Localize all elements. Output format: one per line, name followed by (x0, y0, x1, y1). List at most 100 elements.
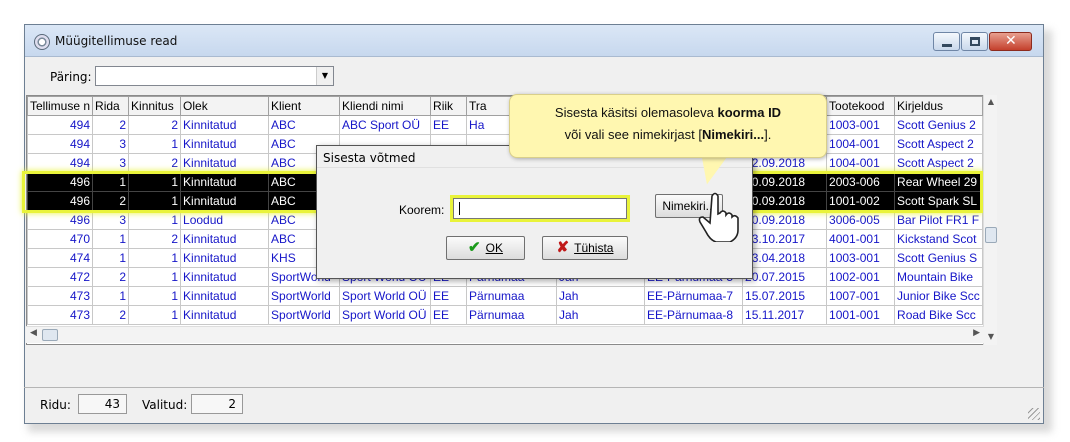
table-cell[interactable]: 23.04.2018 (742, 248, 828, 268)
table-cell[interactable]: 1004-001 (826, 134, 896, 154)
table-cell[interactable]: Junior Bike Scc (894, 286, 984, 306)
table-cell[interactable]: 1 (128, 210, 182, 230)
maximize-button[interactable] (961, 32, 988, 51)
table-cell[interactable]: 15.11.2017 (742, 305, 828, 325)
table-cell[interactable]: EE (430, 305, 468, 325)
table-cell[interactable]: 2 (128, 153, 182, 173)
vertical-scrollbar[interactable]: ▲ ▼ (983, 95, 997, 345)
table-cell[interactable]: 1007-001 (826, 286, 896, 306)
table-cell[interactable]: 1 (92, 248, 130, 268)
scroll-right-icon[interactable]: ▶ (973, 328, 980, 338)
table-cell[interactable]: 2 (128, 115, 182, 135)
table-row[interactable]: 473 2 1 Kinnitatud SportWorld Sport World OÜ E… (27, 305, 984, 325)
table-cell[interactable]: 23.10.2017 (742, 229, 828, 249)
table-cell[interactable]: Kinnitatud (180, 229, 270, 249)
table-cell[interactable]: 1002-001 (826, 267, 896, 287)
table-cell[interactable]: 494 (27, 134, 94, 154)
table-cell[interactable]: Kinnitatud (180, 115, 270, 135)
chevron-down-icon[interactable]: ▼ (316, 67, 333, 85)
table-cell[interactable]: Scott Aspect 2 (894, 153, 984, 173)
ok-button[interactable]: ✔ OK (446, 236, 525, 260)
table-cell[interactable]: SportWorld (268, 305, 341, 325)
table-cell[interactable]: SportWorld (268, 286, 341, 306)
table-cell[interactable]: 473 (27, 305, 94, 325)
table-cell[interactable]: Scott Aspect 2 (894, 134, 984, 154)
table-cell[interactable]: 1 (128, 305, 182, 325)
query-select[interactable]: ▼ (95, 66, 334, 86)
table-cell[interactable]: 496 (27, 210, 94, 230)
table-row[interactable]: 473 1 1 Kinnitatud SportWorld Sport World OÜ E… (27, 286, 984, 306)
table-cell[interactable]: EE (430, 286, 468, 306)
horizontal-scroll-thumb[interactable] (42, 329, 58, 341)
column-header[interactable]: Kirjeldus (894, 96, 984, 116)
table-cell[interactable]: Kinnitatud (180, 305, 270, 325)
resize-grip-icon[interactable] (1028, 408, 1040, 420)
table-cell[interactable]: 1 (128, 248, 182, 268)
table-cell[interactable]: 2 (92, 115, 130, 135)
table-cell[interactable]: Bar Pilot FR1 F (894, 210, 984, 230)
table-cell[interactable]: Sport World OÜ (339, 305, 432, 325)
table-cell[interactable]: 1003-001 (826, 115, 896, 135)
table-cell[interactable]: 494 (27, 115, 94, 135)
scroll-up-icon[interactable]: ▲ (984, 97, 998, 106)
table-cell[interactable]: Kinnitatud (180, 248, 270, 268)
table-cell[interactable]: 20.09.2018 (742, 210, 828, 230)
cancel-button[interactable]: ✘ Tühista (542, 236, 628, 260)
column-header[interactable]: Riik (430, 96, 468, 116)
table-cell[interactable]: 1 (128, 267, 182, 287)
table-cell[interactable]: 2 (92, 305, 130, 325)
table-cell[interactable]: EE-Pärnumaa-7 (644, 286, 744, 306)
table-cell[interactable]: 3 (92, 153, 130, 173)
table-cell[interactable]: 20.07.2015 (742, 267, 828, 287)
column-header[interactable]: Olek (180, 96, 270, 116)
table-cell[interactable]: EE-Pärnumaa-8 (644, 305, 744, 325)
table-cell[interactable]: Kickstand Scot (894, 229, 984, 249)
table-cell[interactable]: Road Bike Scc (894, 305, 984, 325)
column-header[interactable]: Tootekood (826, 96, 896, 116)
table-cell[interactable]: Kinnitatud (180, 267, 270, 287)
table-cell[interactable]: 472 (27, 267, 94, 287)
table-cell[interactable]: ABC (268, 115, 341, 135)
table-cell[interactable]: Sport World OÜ (339, 286, 432, 306)
table-cell[interactable]: Pärnumaa (466, 286, 558, 306)
table-cell[interactable]: 3006-005 (826, 210, 896, 230)
table-cell[interactable]: Jah (556, 286, 646, 306)
table-cell[interactable]: Pärnumaa (466, 305, 558, 325)
minimize-button[interactable] (933, 32, 960, 51)
table-cell[interactable]: Jah (556, 305, 646, 325)
table-cell[interactable]: 1 (92, 229, 130, 249)
table-cell[interactable]: EE (430, 115, 468, 135)
vertical-scroll-thumb[interactable] (985, 227, 997, 243)
horizontal-scrollbar[interactable]: ◀ ▶ (26, 326, 984, 343)
table-cell[interactable]: Kinnitatud (180, 134, 270, 154)
load-id-input[interactable] (450, 195, 630, 222)
table-cell[interactable]: 1 (128, 134, 182, 154)
table-cell[interactable]: Mountain Bike (894, 267, 984, 287)
table-cell[interactable]: 473 (27, 286, 94, 306)
table-cell[interactable]: 2 (128, 229, 182, 249)
table-cell[interactable]: Loodud (180, 210, 270, 230)
table-cell[interactable]: ABC Sport OÜ (339, 115, 432, 135)
column-header[interactable]: Kinnitus (128, 96, 182, 116)
table-cell[interactable]: Kinnitatud (180, 153, 270, 173)
table-cell[interactable]: Kinnitatud (180, 286, 270, 306)
table-cell[interactable]: 474 (27, 248, 94, 268)
column-header[interactable]: Rida (92, 96, 130, 116)
table-cell[interactable]: 1003-001 (826, 248, 896, 268)
table-row[interactable]: 49422KinnitatudABCABC Sport OÜEEHa81003-… (27, 115, 984, 135)
scroll-left-icon[interactable]: ◀ (30, 328, 37, 338)
table-cell[interactable]: Scott Genius S (894, 248, 984, 268)
table-cell[interactable]: 494 (27, 153, 94, 173)
close-button[interactable]: ✕ (989, 32, 1032, 51)
table-cell[interactable]: 1004-001 (826, 153, 896, 173)
table-cell[interactable]: 3 (92, 134, 130, 154)
table-cell[interactable]: 470 (27, 229, 94, 249)
table-cell[interactable]: 2 (92, 267, 130, 287)
table-cell[interactable]: 1 (92, 286, 130, 306)
column-header[interactable]: Kliendi nimi (339, 96, 432, 116)
table-cell[interactable]: 1001-001 (826, 305, 896, 325)
table-cell[interactable]: Scott Genius 2 (894, 115, 984, 135)
table-cell[interactable]: 3 (92, 210, 130, 230)
table-cell[interactable]: 1 (128, 286, 182, 306)
table-cell[interactable]: 4001-001 (826, 229, 896, 249)
